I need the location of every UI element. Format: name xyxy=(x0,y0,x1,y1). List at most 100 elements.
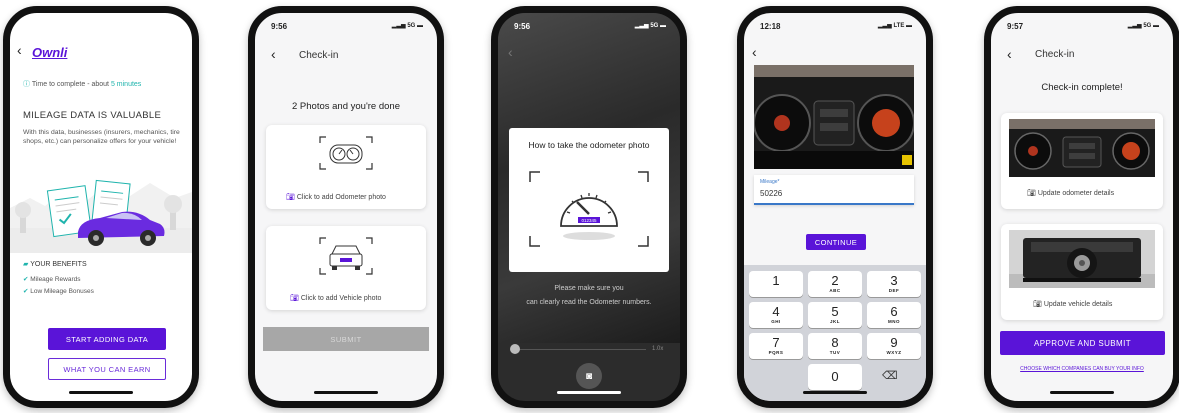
home-indicator xyxy=(557,391,621,394)
key-1[interactable]: 1 xyxy=(749,271,803,297)
benefit-item: ✔ Mileage Rewards xyxy=(23,275,80,283)
key-3[interactable]: 3 DEF xyxy=(867,271,921,297)
add-odometer-row[interactable]: 📷︎ Click to add Odometer photo xyxy=(286,193,386,201)
key-8[interactable]: 8 TUV xyxy=(808,333,862,359)
odometer-thumbnail xyxy=(1009,119,1155,177)
chevron-left-icon[interactable]: ‹ xyxy=(17,43,22,57)
key-letters: PQRS xyxy=(768,350,784,355)
phone-screen-checkin: 9:56 ▂▃▅ 5G ▬ ‹ Check-in 2 Photos and yo… xyxy=(248,6,444,408)
key-2[interactable]: 2 ABC xyxy=(808,271,862,297)
vehicle-summary-card[interactable]: 📷︎ Update vehicle details xyxy=(1001,224,1163,320)
instruction-line-2: can clearly read the Odometer numbers. xyxy=(526,299,652,306)
page-title: Check-in xyxy=(1035,49,1075,60)
what-you-can-earn-button[interactable]: WHAT YOU CAN EARN xyxy=(48,358,166,380)
phone-screen-mileage-entry: 12:18 ▂▃▅ LTE ▬ ‹ Mileage* 50226 CONTINU… xyxy=(737,6,933,408)
status-time: 12:18 xyxy=(760,22,781,31)
time-label: Time to complete - about xyxy=(31,81,109,88)
benefit-label: Low Mileage Bonuses xyxy=(30,288,94,295)
ownli-logo: Ownli xyxy=(32,45,68,60)
key-6[interactable]: 6 MNO xyxy=(867,302,921,328)
continue-button[interactable]: CONTINUE xyxy=(806,234,866,250)
zoom-slider-handle[interactable] xyxy=(510,344,520,354)
odometer-digits: 012345 xyxy=(581,218,597,223)
status-time: 9:57 xyxy=(1007,22,1024,31)
key-0[interactable]: 0 xyxy=(808,364,862,390)
camera-icon: 📷︎ xyxy=(1027,190,1036,197)
key-number: 4 xyxy=(772,304,780,319)
network-label: 5G xyxy=(650,23,659,29)
key-letters: DEF xyxy=(888,288,900,293)
signal-indicator: ▂▃▅ 5G ▬ xyxy=(391,23,423,29)
status-bar: 9:56 ▂▃▅ 5G ▬ xyxy=(510,22,668,34)
status-bar: 9:56 ▂▃▅ 5G ▬ xyxy=(267,22,425,34)
chevron-left-icon[interactable]: ‹ xyxy=(271,47,276,61)
update-vehicle-row[interactable]: 📷︎ Update vehicle details xyxy=(1033,300,1112,308)
check-icon: ✔ xyxy=(23,276,29,283)
network-label: 5G xyxy=(1143,23,1152,29)
modal-title: How to take the odometer photo xyxy=(528,140,650,150)
photos-heading: 2 Photos and you're done xyxy=(292,101,400,112)
chevron-left-icon[interactable]: ‹ xyxy=(752,45,757,59)
phone-screen-camera-guide: 9:56 ▂▃▅ 5G ▬ ‹ How to take the odometer… xyxy=(491,6,687,408)
home-indicator xyxy=(314,391,378,394)
home-indicator xyxy=(803,391,867,394)
add-vehicle-label: Click to add Vehicle photo xyxy=(300,295,382,302)
chevron-left-icon[interactable]: ‹ xyxy=(508,45,513,59)
status-bar: 9:57 ▂▃▅ 5G ▬ xyxy=(1003,22,1161,34)
key-letters: GHI xyxy=(771,319,781,324)
benefit-label: Mileage Rewards xyxy=(30,276,81,283)
camera-icon: 📷︎ xyxy=(286,194,295,201)
update-odometer-row[interactable]: 📷︎ Update odometer details xyxy=(1027,189,1114,197)
odometer-summary-card[interactable]: 📷︎ Update odometer details xyxy=(1001,113,1163,209)
key-4[interactable]: 4 GHI xyxy=(749,302,803,328)
benefits-icon: ▰ xyxy=(23,261,29,268)
choose-companies-link[interactable]: CHOOSE WHICH COMPANIES CAN BUY YOUR INFO xyxy=(991,366,1173,372)
backspace-icon[interactable]: ⌫ xyxy=(882,369,898,382)
vehicle-icon xyxy=(319,237,373,275)
add-vehicle-row[interactable]: 📷︎ Click to add Vehicle photo xyxy=(290,294,381,302)
status-time: 9:56 xyxy=(514,22,531,31)
mileage-field[interactable]: Mileage* 50226 xyxy=(754,175,914,205)
phone-screen-checkin-complete: 9:57 ▂▃▅ 5G ▬ ‹ Check-in Check-in comple… xyxy=(984,6,1179,408)
submit-button[interactable]: SUBMIT xyxy=(263,327,429,351)
key-number: 6 xyxy=(890,304,898,319)
zoom-slider-track[interactable] xyxy=(514,349,646,350)
key-9[interactable]: 9 WXYZ xyxy=(867,333,921,359)
check-icon: ✔ xyxy=(23,288,29,295)
complete-heading: Check-in complete! xyxy=(1041,82,1123,93)
start-adding-data-button[interactable]: START ADDING DATA xyxy=(48,328,166,350)
network-label: LTE xyxy=(893,23,905,29)
key-letters: ABC xyxy=(829,288,841,293)
capture-button[interactable]: ◙ xyxy=(576,363,602,389)
time-row: ⓘ Time to complete - about 5 minutes xyxy=(23,79,141,89)
home-indicator xyxy=(1050,391,1114,394)
vehicle-photo-card[interactable]: 📷︎ Click to add Vehicle photo xyxy=(266,226,426,310)
vehicle-thumbnail xyxy=(1009,230,1155,288)
benefit-item: ✔ Low Mileage Bonuses xyxy=(23,287,94,295)
home-indicator xyxy=(69,391,133,394)
benefits-title-row: ▰ YOUR BENEFITS xyxy=(23,260,87,268)
update-vehicle-label: Update vehicle details xyxy=(1043,301,1113,308)
zoom-label: 1.0x xyxy=(652,346,664,352)
status-bar: 12:18 ▂▃▅ LTE ▬ xyxy=(756,22,914,34)
key-number: 0 xyxy=(831,369,839,384)
camera-icon: 📷︎ xyxy=(290,295,299,302)
add-odometer-label: Click to add Odometer photo xyxy=(296,194,386,201)
odometer-photo-card[interactable]: 📷︎ Click to add Odometer photo xyxy=(266,125,426,209)
status-time: 9:56 xyxy=(271,22,288,31)
speedometer-icon: 012345 xyxy=(529,171,649,247)
numeric-keypad: 1 2 ABC 3 DEF 4 GHI 5 JKL 6 MNO 7 PQRS 8 TUV 9W… xyxy=(744,265,926,401)
key-7[interactable]: 7 PQRS xyxy=(749,333,803,359)
key-number: 7 xyxy=(772,335,780,350)
description-text: With this data, businesses (insurers, me… xyxy=(23,129,180,145)
key-number: 5 xyxy=(831,304,839,319)
network-label: 5G xyxy=(407,23,416,29)
phone-screen-intro: ‹ Ownli ⓘ Time to complete - about 5 min… xyxy=(3,6,199,408)
clock-icon: ⓘ xyxy=(23,81,30,88)
chevron-left-icon[interactable]: ‹ xyxy=(1007,47,1012,61)
approve-and-submit-button[interactable]: APPROVE AND SUBMIT xyxy=(1000,331,1165,355)
instruction-line-1: Please make sure you xyxy=(554,285,624,292)
mileage-value: 50226 xyxy=(760,189,783,198)
signal-indicator: ▂▃▅ 5G ▬ xyxy=(1127,23,1159,29)
key-5[interactable]: 5 JKL xyxy=(808,302,862,328)
